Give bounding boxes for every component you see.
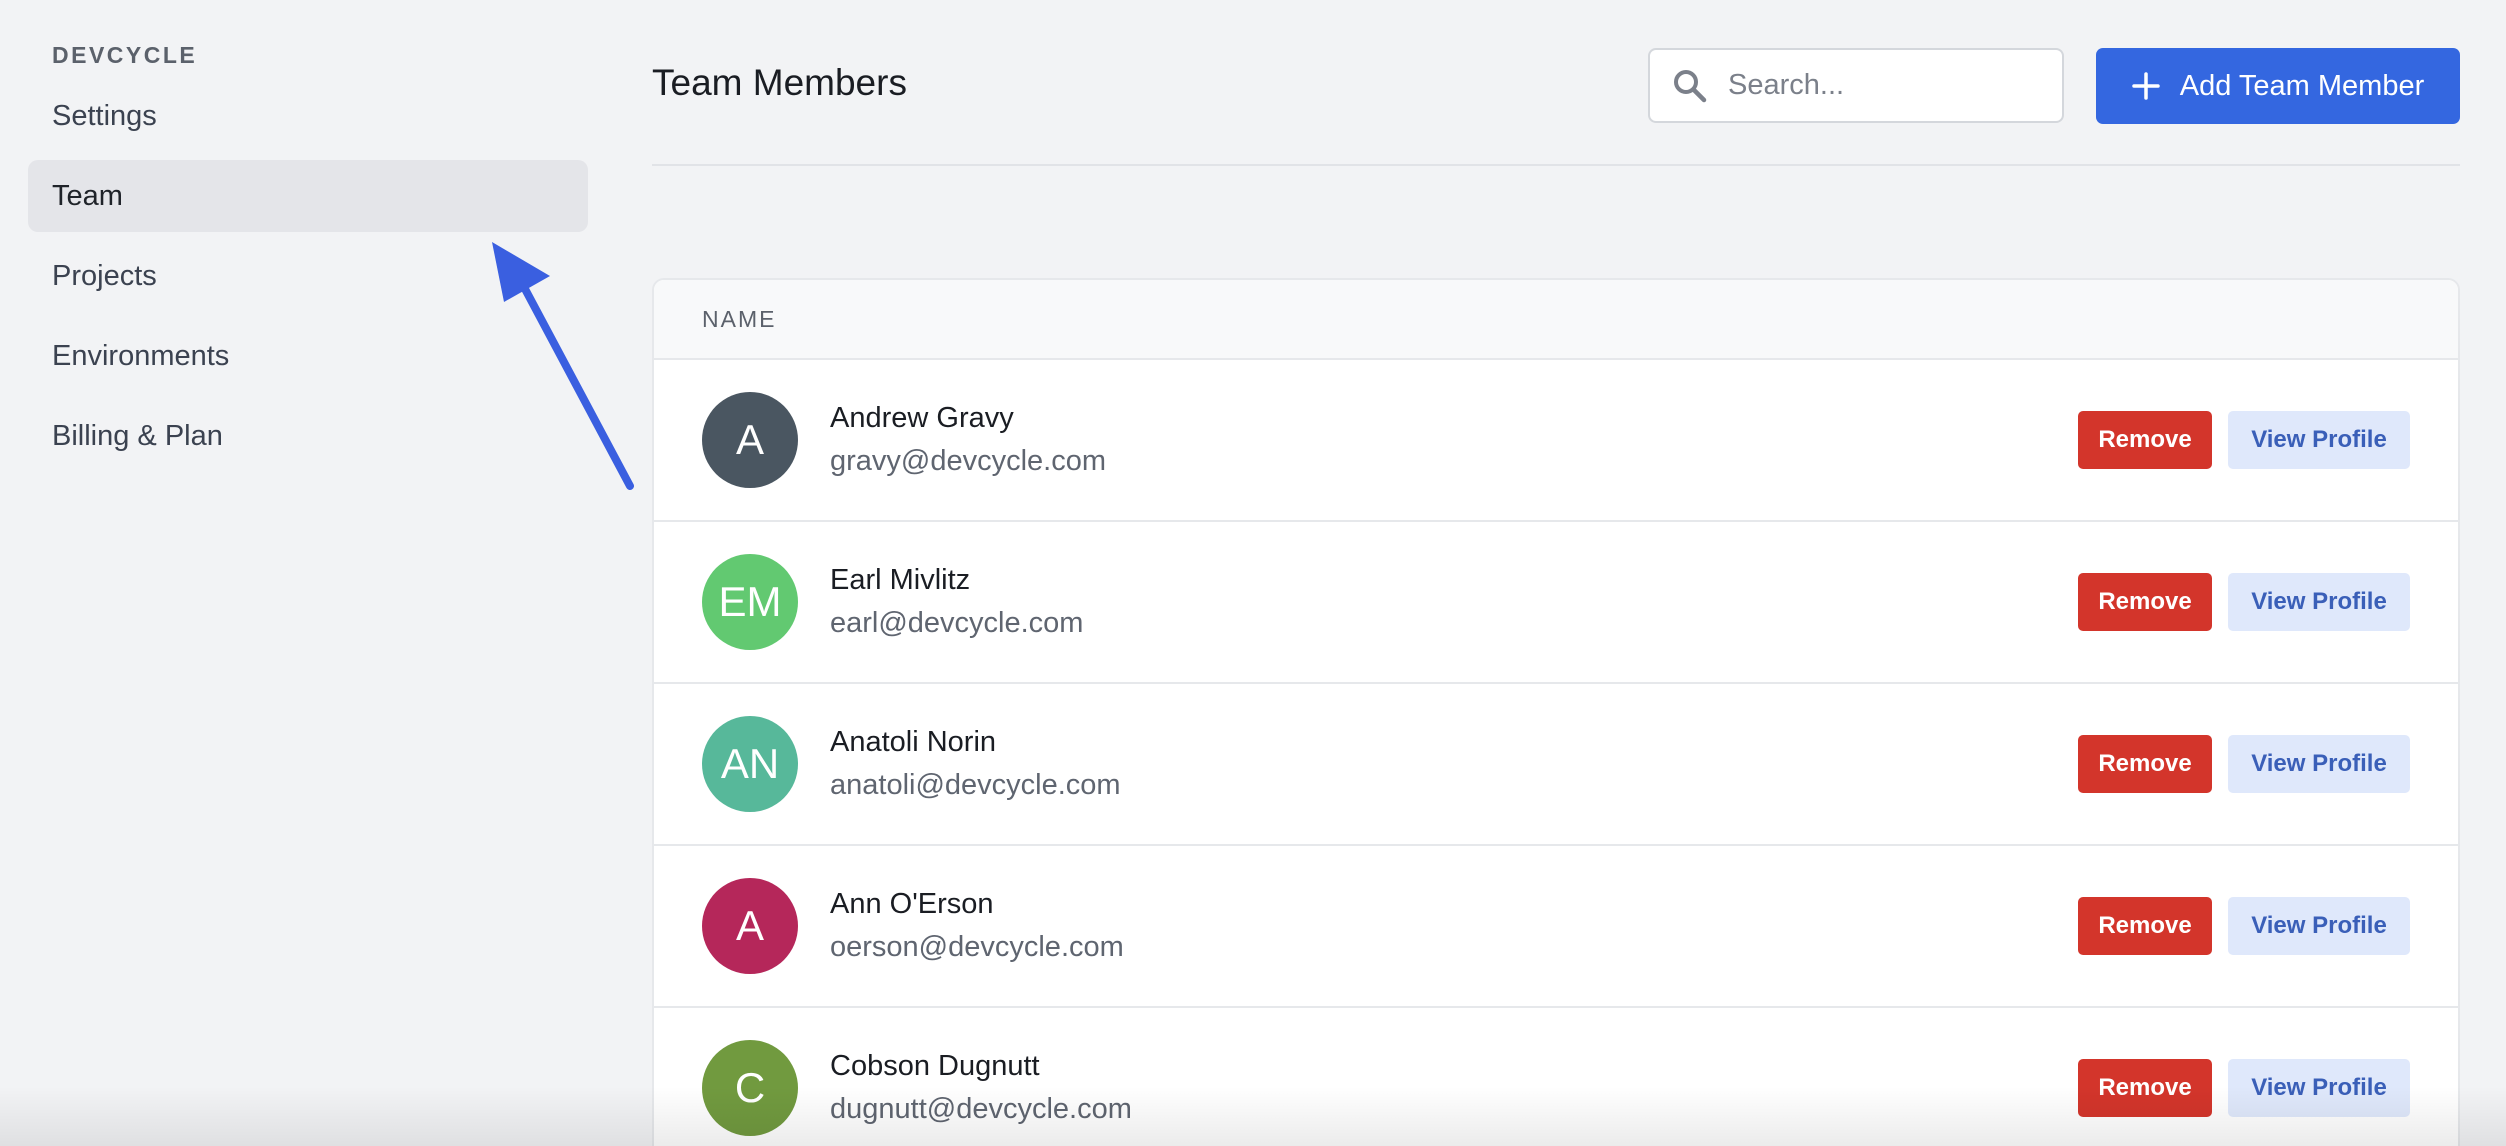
member-email: earl@devcycle.com bbox=[830, 607, 1084, 639]
table-row: A Andrew Gravy gravy@devcycle.com Remove… bbox=[654, 360, 2458, 522]
search-icon bbox=[1674, 69, 1707, 102]
view-profile-button[interactable]: View Profile bbox=[2228, 897, 2410, 955]
remove-button[interactable]: Remove bbox=[2078, 1059, 2212, 1117]
avatar: A bbox=[702, 878, 798, 974]
member-name: Earl Mivlitz bbox=[830, 564, 971, 596]
member-name: Cobson Dugnutt bbox=[830, 1050, 1040, 1082]
remove-button[interactable]: Remove bbox=[2078, 897, 2212, 955]
avatar: A bbox=[702, 392, 798, 488]
table-row: A Ann O'Erson oerson@devcycle.com Remove… bbox=[654, 846, 2458, 1008]
member-name: Andrew Gravy bbox=[830, 402, 1014, 434]
sidebar: DEVCYCLE Settings Team Projects Environm… bbox=[0, 0, 600, 1146]
member-email: dugnutt@devcycle.com bbox=[830, 1093, 1132, 1125]
column-header-name: NAME bbox=[702, 305, 777, 332]
sidebar-item-settings[interactable]: Settings bbox=[28, 80, 588, 152]
avatar: AN bbox=[702, 716, 798, 812]
member-name: Ann O'Erson bbox=[830, 888, 994, 920]
member-name: Anatoli Norin bbox=[830, 726, 997, 758]
page-title: Team Members bbox=[652, 62, 907, 103]
member-email: gravy@devcycle.com bbox=[830, 445, 1107, 477]
add-team-member-label: Add Team Member bbox=[2179, 69, 2425, 102]
view-profile-button[interactable]: View Profile bbox=[2228, 735, 2410, 793]
plus-icon bbox=[2132, 72, 2160, 100]
search-box[interactable] bbox=[1648, 48, 2064, 123]
remove-button[interactable]: Remove bbox=[2078, 411, 2212, 469]
view-profile-button[interactable]: View Profile bbox=[2228, 1059, 2410, 1117]
sidebar-item-team[interactable]: Team bbox=[28, 160, 588, 232]
annotation-arrow-icon bbox=[492, 242, 634, 490]
brand-label: DEVCYCLE bbox=[52, 42, 198, 68]
table-row: C Cobson Dugnutt dugnutt@devcycle.com Re… bbox=[654, 1008, 2458, 1146]
avatar: EM bbox=[702, 554, 798, 650]
members-table: NAME A Andrew Gravy gravy@devcycle.com R… bbox=[652, 278, 2460, 1146]
table-row: AN Anatoli Norin anatoli@devcycle.com Re… bbox=[654, 684, 2458, 846]
table-header: NAME bbox=[654, 280, 2458, 360]
view-profile-button[interactable]: View Profile bbox=[2228, 573, 2410, 631]
remove-button[interactable]: Remove bbox=[2078, 573, 2212, 631]
avatar: C bbox=[702, 1040, 798, 1136]
table-row: EM Earl Mivlitz earl@devcycle.com Remove… bbox=[654, 522, 2458, 684]
add-team-member-button[interactable]: Add Team Member bbox=[2096, 48, 2460, 124]
search-input[interactable] bbox=[1728, 69, 2048, 102]
app: DEVCYCLE Settings Team Projects Environm… bbox=[0, 0, 2506, 1146]
member-email: oerson@devcycle.com bbox=[830, 931, 1124, 963]
remove-button[interactable]: Remove bbox=[2078, 735, 2212, 793]
header-divider bbox=[652, 164, 2460, 166]
view-profile-button[interactable]: View Profile bbox=[2228, 411, 2410, 469]
member-email: anatoli@devcycle.com bbox=[830, 769, 1121, 801]
